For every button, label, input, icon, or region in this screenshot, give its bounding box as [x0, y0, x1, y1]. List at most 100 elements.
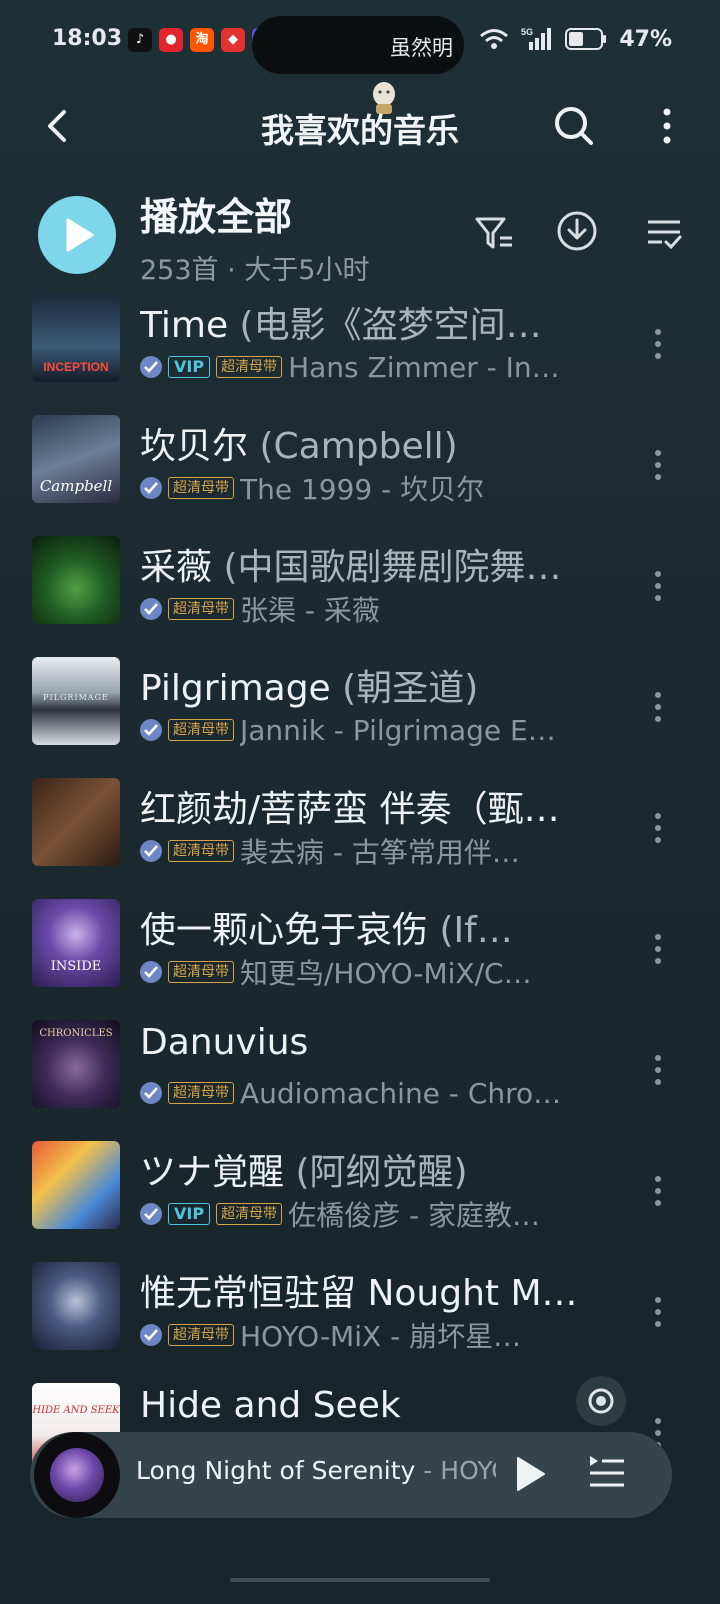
- batch-manage-icon[interactable]: [644, 214, 684, 254]
- play-all-button[interactable]: [38, 196, 116, 274]
- song-more-icon[interactable]: [648, 687, 668, 727]
- song-more-icon[interactable]: [648, 445, 668, 485]
- download-icon[interactable]: [556, 210, 598, 252]
- song-meta: VIP 超清母带 Hans Zimmer - In…: [140, 350, 560, 384]
- signal-icon: 5G: [521, 27, 552, 50]
- quality-badge: 超清母带: [216, 356, 283, 378]
- island-lyric-text: 虽然明: [390, 36, 453, 60]
- now-playing-artist: - HOYO-MiX: [423, 1456, 496, 1485]
- song-row[interactable]: ツナ覚醒 (阿纲觉醒) VIP 超清母带 佐橋俊彦 - 家庭教…: [0, 1141, 720, 1265]
- song-row[interactable]: INSIDE 使一颗心免于哀伤 (If… 超清母带 知更鸟/HOYO-MiX/C…: [0, 899, 720, 1023]
- song-title: 红颜劫/菩萨蛮 伴奏（甄…: [140, 780, 600, 832]
- downloaded-check-icon: [140, 356, 162, 378]
- song-subtitle: (Campbell): [248, 426, 458, 467]
- song-more-icon[interactable]: [648, 1292, 668, 1332]
- quality-badge: 超清母带: [168, 1082, 234, 1104]
- gesture-nav-bar[interactable]: [230, 1578, 490, 1582]
- song-more-icon[interactable]: [648, 324, 668, 364]
- downloaded-check-icon: [140, 1324, 162, 1346]
- song-row[interactable]: 红颜劫/菩萨蛮 伴奏（甄… 超清母带 裴去病 - 古筝常用伴…: [0, 778, 720, 902]
- mini-player-cover: [50, 1448, 104, 1502]
- more-options-icon[interactable]: [652, 104, 682, 148]
- song-name: 使一颗心免于哀伤: [140, 910, 429, 951]
- quality-badge: 超清母带: [168, 477, 234, 499]
- downloaded-check-icon: [140, 598, 162, 620]
- downloaded-check-icon: [140, 1082, 162, 1104]
- battery-icon: [565, 28, 607, 50]
- song-row[interactable]: PILGRIMAGE Pilgrimage (朝圣道) 超清母带 Jannik …: [0, 657, 720, 781]
- song-meta: 超清母带 张渠 - 采薇: [140, 592, 380, 627]
- song-title: Pilgrimage (朝圣道): [140, 659, 600, 711]
- song-name: 采薇: [140, 547, 213, 588]
- vip-badge: VIP: [168, 1203, 211, 1225]
- play-all-label[interactable]: 播放全部: [140, 186, 292, 241]
- song-row[interactable]: 惟无常恒驻留 Nought M… 超清母带 HOYO-MiX - 崩坏星…: [0, 1262, 720, 1386]
- song-name: 红颜劫/菩萨蛮 伴奏（甄…: [140, 789, 560, 830]
- playlist-queue-icon[interactable]: [586, 1452, 628, 1494]
- tiktok-icon: ♪: [128, 28, 152, 52]
- playlist-count: 253首 · 大于5小时: [140, 255, 370, 286]
- taobao-icon: 淘: [190, 28, 214, 52]
- song-artist: HOYO-MiX - 崩坏星…: [240, 1320, 522, 1353]
- cover-text: HIDE AND SEEK: [32, 1405, 120, 1416]
- vip-badge: VIP: [168, 356, 211, 378]
- play-icon: [66, 218, 94, 252]
- song-artist: Jannik - Pilgrimage E…: [240, 713, 556, 747]
- status-bar: 18:03 ♪ ● 淘 ◆ 贴 虽然明 5G 47%: [0, 0, 720, 80]
- song-row[interactable]: INCEPTION Time (电影《盗梦空间… VIP 超清母带 Hans Z…: [0, 294, 720, 418]
- cover-text: INSIDE: [50, 959, 102, 974]
- song-title: Danuvius: [140, 1022, 600, 1063]
- mini-play-icon[interactable]: [510, 1452, 550, 1496]
- red-app-icon: ●: [159, 28, 183, 52]
- song-more-icon[interactable]: [648, 808, 668, 848]
- song-subtitle: (阿纲觉醒): [284, 1152, 468, 1193]
- song-name: Time: [140, 305, 229, 346]
- song-title: Time (电影《盗梦空间…: [140, 296, 600, 348]
- song-name: 坎贝尔: [140, 426, 249, 467]
- album-cover: PILGRIMAGE: [32, 657, 120, 745]
- song-artist: 张渠 - 采薇: [240, 594, 380, 627]
- search-icon[interactable]: [552, 104, 596, 148]
- song-more-icon[interactable]: [648, 1171, 668, 1211]
- song-title: 使一颗心免于哀伤 (If…: [140, 901, 600, 953]
- album-cover: [32, 536, 120, 624]
- cover-text: Campbell: [39, 477, 113, 495]
- song-row[interactable]: Campbell 坎贝尔 (Campbell) 超清母带 The 1999 - …: [0, 415, 720, 539]
- album-cover: Campbell: [32, 415, 120, 503]
- song-name: Pilgrimage: [140, 668, 331, 709]
- status-time: 18:03: [52, 26, 123, 51]
- song-meta: 超清母带 知更鸟/HOYO-MiX/C…: [140, 955, 532, 990]
- song-name: 惟无常恒驻留 Nought M…: [140, 1273, 578, 1314]
- song-title: 惟无常恒驻留 Nought M…: [140, 1264, 600, 1316]
- song-more-icon[interactable]: [648, 1050, 668, 1090]
- song-more-icon[interactable]: [648, 566, 668, 606]
- song-subtitle: (朝圣道): [330, 668, 479, 709]
- locate-icon: [588, 1388, 614, 1414]
- album-cover: CHRONICLES: [32, 1020, 120, 1108]
- song-artist: Audiomachine - Chro…: [240, 1076, 562, 1110]
- now-playing-text[interactable]: Long Night of Serenity - HOYO-MiX: [136, 1456, 496, 1485]
- song-artist: 知更鸟/HOYO-MiX/C…: [240, 957, 532, 990]
- downloaded-check-icon: [140, 477, 162, 499]
- album-cover: [32, 1141, 120, 1229]
- song-meta: 超清母带 Jannik - Pilgrimage E…: [140, 713, 556, 747]
- song-row[interactable]: CHRONICLES Danuvius 超清母带 Audiomachine - …: [0, 1020, 720, 1144]
- song-name: ツナ覚醒: [140, 1152, 285, 1193]
- downloaded-check-icon: [140, 719, 162, 741]
- album-cover: INSIDE: [32, 899, 120, 987]
- song-meta: 超清母带 HOYO-MiX - 崩坏星…: [140, 1318, 522, 1353]
- battery-percent: 47%: [619, 26, 672, 52]
- cover-text: PILGRIMAGE: [43, 693, 109, 702]
- song-title: 采薇 (中国歌剧舞剧院舞…: [140, 538, 600, 590]
- song-more-icon[interactable]: [648, 929, 668, 969]
- song-title: Hide and Seek: [140, 1385, 600, 1426]
- now-playing-title: Long Night of Serenity: [136, 1456, 416, 1485]
- song-row[interactable]: 采薇 (中国歌剧舞剧院舞… 超清母带 张渠 - 采薇: [0, 536, 720, 660]
- quality-badge: 超清母带: [168, 840, 234, 862]
- song-name: Danuvius: [140, 1022, 309, 1063]
- filter-icon[interactable]: [474, 214, 514, 254]
- quality-badge: 超清母带: [168, 598, 234, 620]
- locate-current-button[interactable]: [576, 1376, 626, 1426]
- song-meta: VIP 超清母带 佐橋俊彦 - 家庭教…: [140, 1197, 540, 1232]
- song-subtitle: (中国歌剧舞剧院舞…: [212, 547, 562, 588]
